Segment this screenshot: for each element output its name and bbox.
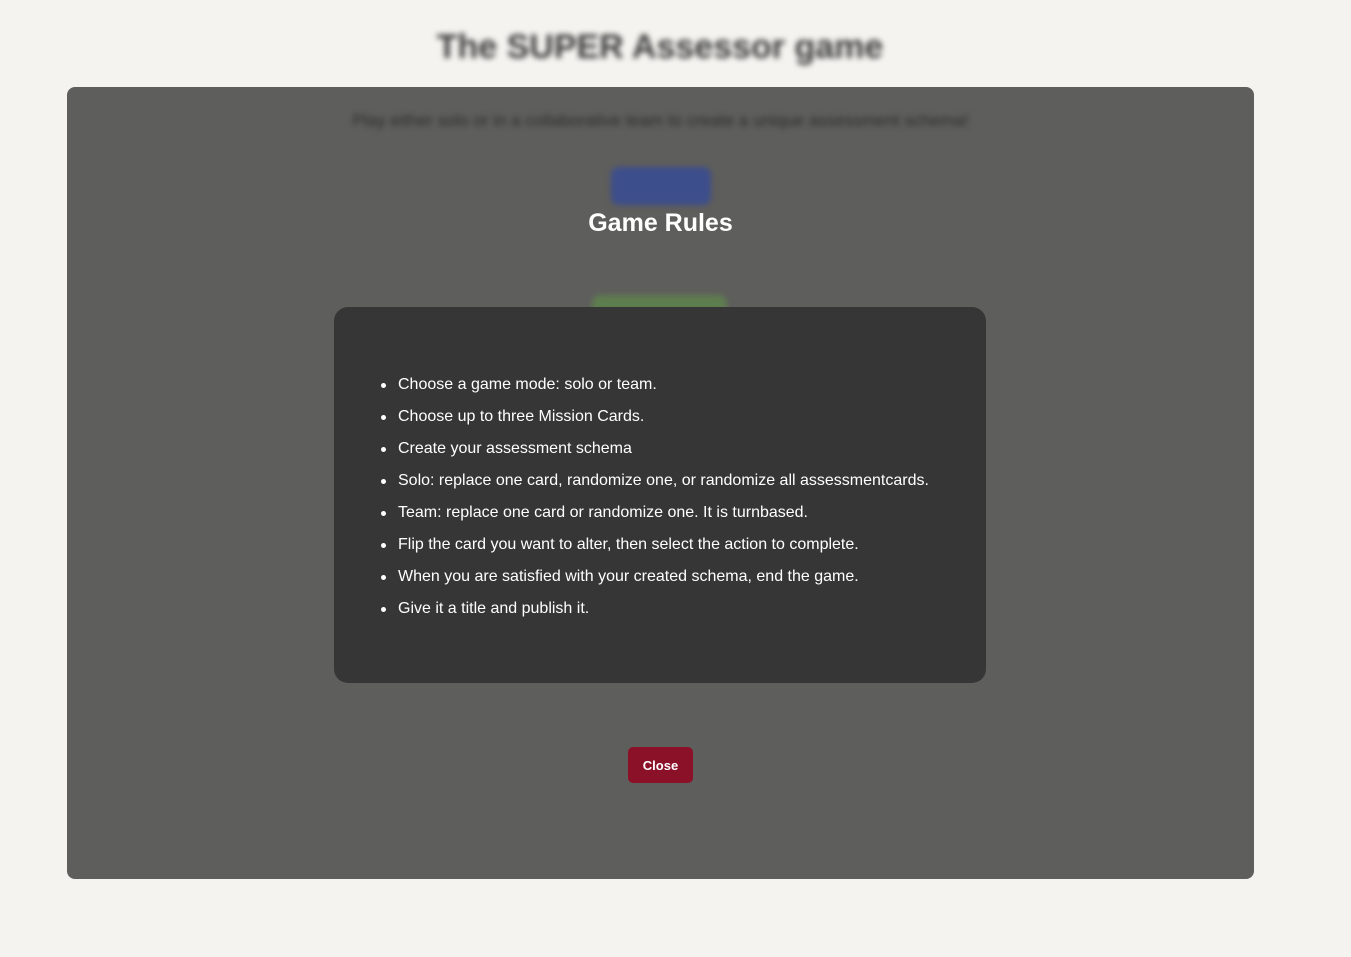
page-title: The SUPER Assessor game (436, 28, 884, 66)
rule-item: Solo: replace one card, randomize one, o… (381, 465, 929, 497)
rules-list: Choose a game mode: solo or team. Choose… (381, 369, 929, 625)
close-button[interactable]: Close (628, 747, 693, 783)
rules-heading: Game Rules (588, 209, 733, 237)
modal-overlay: Play either solo or in a collaborative t… (67, 87, 1254, 879)
rule-item: Create your assessment schema (381, 433, 929, 465)
rule-item: Give it a title and publish it. (381, 593, 929, 625)
rules-card: Choose a game mode: solo or team. Choose… (334, 307, 986, 683)
rule-item: Team: replace one card or randomize one.… (381, 497, 929, 529)
game-page: The SUPER Assessor game Play either solo… (0, 0, 1351, 957)
rule-item: Flip the card you want to alter, then se… (381, 529, 929, 561)
background-start-button (611, 167, 711, 205)
rule-item: Choose a game mode: solo or team. (381, 369, 929, 401)
rule-item: When you are satisfied with your created… (381, 561, 929, 593)
page-subtitle: Play either solo or in a collaborative t… (352, 111, 969, 130)
rule-item: Choose up to three Mission Cards. (381, 401, 929, 433)
